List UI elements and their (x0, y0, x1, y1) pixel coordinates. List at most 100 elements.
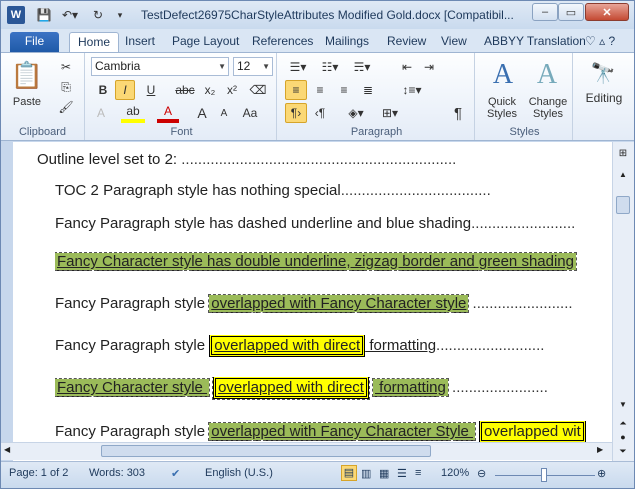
italic-button[interactable]: I (115, 80, 135, 100)
tab-page-layout[interactable]: Page Layout (164, 32, 247, 52)
bold-button[interactable]: B (93, 80, 113, 100)
draft-view-icon[interactable]: ≡ (415, 467, 421, 479)
ltr-icon[interactable]: ¶› (285, 103, 307, 123)
shrink-font-button[interactable]: A (213, 103, 235, 123)
undo-icon[interactable]: ↶▾ (59, 6, 81, 24)
minimize-button[interactable]: – (532, 3, 558, 21)
quick-styles-icon[interactable]: A (483, 57, 523, 93)
scroll-left-icon[interactable]: ◀ (4, 445, 10, 454)
show-formatting-button[interactable]: ¶ (447, 103, 469, 123)
tab-insert[interactable]: Insert (117, 32, 163, 52)
overlap2-format-text: formatting (365, 337, 437, 354)
maximize-button[interactable]: ▭ (558, 3, 584, 21)
font-size-value: 12 (237, 59, 251, 73)
next-page-icon[interactable]: ⏷ (616, 446, 630, 460)
decrease-indent-icon[interactable]: ⇤ (397, 57, 417, 77)
help-icon[interactable]: ♡ ▵ ? (585, 32, 615, 52)
browse-object-icon[interactable]: ● (616, 432, 630, 446)
rtl-icon[interactable]: ‹¶ (309, 103, 331, 123)
change-styles-icon[interactable]: A (527, 57, 567, 93)
tab-mailings[interactable]: Mailings (317, 32, 377, 52)
scroll-down-icon[interactable]: ▼ (616, 400, 630, 414)
shading-icon[interactable]: ◈▾ (341, 103, 371, 123)
numbering-icon[interactable]: ☷▾ (315, 57, 345, 77)
align-center-icon[interactable]: ≡ (309, 80, 331, 100)
scroll-thumb[interactable] (616, 196, 630, 214)
clear-formatting-icon[interactable]: ⌫ (247, 80, 269, 100)
word-app-icon[interactable]: W (7, 6, 25, 24)
tab-references[interactable]: References (244, 32, 321, 52)
tab-file[interactable]: File (10, 32, 59, 52)
doc-line-overlap-3: Fancy Character style overlapped with di… (55, 377, 612, 401)
redo-icon[interactable]: ↻ (89, 6, 107, 24)
format-painter-icon[interactable]: 🖌 (57, 99, 75, 115)
zoom-level[interactable]: 120% (441, 467, 469, 479)
h-scroll-thumb[interactable] (101, 445, 431, 457)
tab-abbyy-translation[interactable]: ABBYY Translation (476, 32, 594, 52)
tab-review[interactable]: Review (379, 32, 434, 52)
close-button[interactable]: ✕ (585, 3, 629, 21)
font-size-select[interactable]: 12 ▼ (233, 57, 273, 76)
overlap3-char-text: Fancy Character style (55, 378, 211, 397)
toc2-text: TOC 2 Paragraph style has nothing specia… (55, 182, 341, 199)
zoom-in-icon[interactable]: ⊕ (597, 467, 606, 480)
save-icon[interactable]: 💾 (35, 6, 53, 24)
ruler-toggle-icon[interactable]: ⊞ (616, 148, 630, 162)
increase-indent-icon[interactable]: ⇥ (419, 57, 439, 77)
doc-line-overlap-1: Fancy Paragraph style overlapped with Fa… (55, 293, 612, 317)
strikethrough-button[interactable]: abc (173, 80, 197, 100)
word-count[interactable]: Words: 303 (89, 467, 145, 479)
align-left-icon[interactable]: ≡ (285, 80, 307, 100)
web-layout-icon[interactable]: ▦ (379, 467, 389, 480)
group-font: Cambria ▼ 12 ▼ B I U abc x₂ x² ⌫ A ab A A … (87, 53, 277, 140)
cut-icon[interactable]: ✂ (57, 59, 75, 75)
align-right-icon[interactable]: ≡ (333, 80, 355, 100)
superscript-button[interactable]: x² (221, 80, 243, 100)
overlap3-format-text: formatting (371, 378, 449, 397)
document-area[interactable]: Outline level set to 2: ................… (1, 142, 612, 461)
borders-icon[interactable]: ⊞▾ (375, 103, 405, 123)
tab-home[interactable]: Home (69, 32, 120, 52)
zoom-out-icon[interactable]: ⊖ (477, 467, 486, 480)
leader-dots: .................................... (340, 182, 491, 199)
justify-icon[interactable]: ≣ (357, 80, 379, 100)
proofing-icon[interactable]: ✔ (171, 467, 180, 480)
horizontal-scrollbar[interactable]: ◀ ▶ (1, 442, 612, 460)
tab-view[interactable]: View (433, 32, 475, 52)
group-clipboard: 📋 Paste ✂ ⎘ 🖌 Clipboard (1, 53, 85, 140)
leader-dots: ........................................… (181, 151, 457, 168)
grow-font-button[interactable]: A (191, 103, 213, 123)
overlap4-char-text: overlapped with Fancy Character Style (208, 422, 477, 441)
copy-icon[interactable]: ⎘ (57, 79, 75, 95)
language[interactable]: English (U.S.) (205, 467, 273, 479)
multilevel-list-icon[interactable]: ☴▾ (347, 57, 377, 77)
font-family-select[interactable]: Cambria ▼ (91, 57, 229, 76)
quick-styles-button[interactable]: Quick Styles (479, 94, 525, 122)
font-color-button[interactable]: A (157, 103, 179, 123)
highlight-icon[interactable]: ab (121, 103, 145, 123)
scroll-right-icon[interactable]: ▶ (597, 445, 603, 454)
underline-button[interactable]: U (139, 80, 163, 100)
change-case-button[interactable]: Aa (237, 103, 263, 123)
line-spacing-icon[interactable]: ↕≡▾ (397, 80, 427, 100)
outline-view-icon[interactable]: ☰ (397, 467, 407, 480)
leader-dots: ........................ (468, 295, 573, 312)
text-effects-icon[interactable]: A (91, 103, 111, 123)
window-title: TestDefect26975CharStyleAttributes Modif… (141, 8, 514, 22)
full-screen-reading-icon[interactable]: ▥ (361, 467, 371, 480)
page-count[interactable]: Page: 1 of 2 (9, 467, 68, 479)
subscript-button[interactable]: x₂ (199, 80, 221, 100)
change-styles-button[interactable]: Change Styles (525, 94, 571, 122)
quick-access-menu-icon[interactable]: ▾ (113, 6, 127, 24)
leader-dots: ....................... (447, 379, 548, 396)
binoculars-icon[interactable]: 🔭 (587, 59, 619, 87)
bullets-icon[interactable]: ☰▾ (283, 57, 313, 77)
zoom-slider-handle[interactable] (541, 468, 547, 482)
print-layout-icon[interactable]: ▤ (341, 465, 357, 481)
paste-button[interactable]: Paste (7, 95, 47, 109)
editing-button[interactable]: Editing (577, 91, 631, 105)
scroll-up-icon[interactable]: ▲ (616, 170, 630, 184)
previous-page-icon[interactable]: ⏶ (616, 418, 630, 432)
vertical-scrollbar[interactable]: ⊞ ▲ ▼ ⏶ ● ⏷ (612, 142, 634, 461)
paste-icon[interactable]: 📋 (9, 57, 45, 93)
